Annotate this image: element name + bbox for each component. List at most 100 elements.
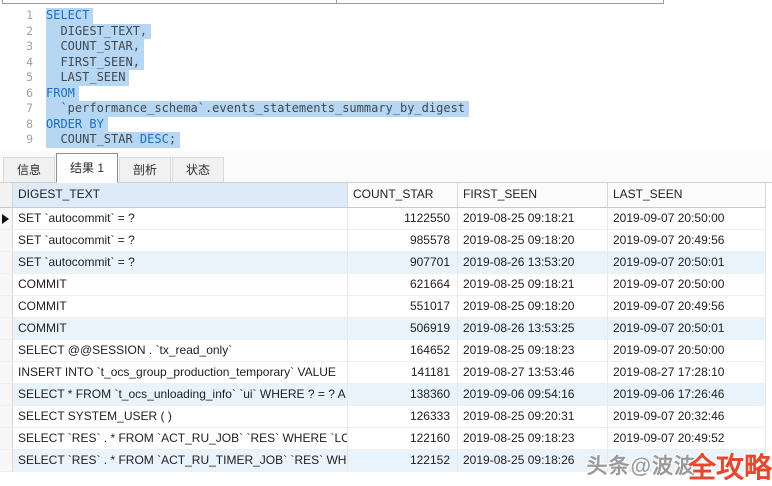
- table-row[interactable]: SET `autocommit` = ?9077012019-08-26 13:…: [0, 252, 766, 274]
- sql-text: ;: [169, 132, 176, 146]
- cell-first-seen[interactable]: 2019-08-25 09:20:31: [458, 406, 608, 428]
- tab-info[interactable]: 信息: [3, 157, 55, 182]
- cell-count-star[interactable]: 164652: [348, 340, 458, 362]
- cell-last-seen[interactable]: 2019-09-07 20:49:56: [608, 230, 766, 252]
- cell-digest-text[interactable]: COMMIT: [13, 318, 348, 340]
- cell-last-seen[interactable]: 2019-09-07 20:50:00: [608, 208, 766, 230]
- code-line: 8ORDER BY: [0, 117, 772, 133]
- code-line: 6FROM: [0, 86, 772, 102]
- cell-last-seen[interactable]: 2019-09-06 17:26:46: [608, 384, 766, 406]
- cell-digest-text[interactable]: COMMIT: [13, 296, 348, 318]
- sql-text: COUNT_STAR: [46, 132, 140, 146]
- code-line: 5 LAST_SEEN: [0, 70, 772, 86]
- table-row[interactable]: SELECT * FROM `t_ocs_unloading_info` `ui…: [0, 384, 766, 406]
- cell-first-seen[interactable]: 2019-09-06 09:54:16: [458, 384, 608, 406]
- code-line: 9 COUNT_STAR DESC;: [0, 132, 772, 148]
- cell-last-seen[interactable]: 2019-09-07 20:32:46: [608, 406, 766, 428]
- cell-first-seen[interactable]: 2019-08-26 13:53:20: [458, 252, 608, 274]
- cell-count-star[interactable]: 506919: [348, 318, 458, 340]
- column-header-digest-text[interactable]: DIGEST_TEXT: [13, 183, 348, 207]
- cell-first-seen[interactable]: 2019-08-25 09:18:23: [458, 340, 608, 362]
- column-header-last-seen[interactable]: LAST_SEEN: [608, 183, 766, 207]
- cell-digest-text[interactable]: SELECT SYSTEM_USER ( ): [13, 406, 348, 428]
- cell-last-seen[interactable]: [608, 450, 766, 472]
- table-row[interactable]: SELECT SYSTEM_USER ( )1263332019-08-25 0…: [0, 406, 766, 428]
- table-row[interactable]: COMMIT5510172019-08-25 09:18:202019-09-0…: [0, 296, 766, 318]
- cell-digest-text[interactable]: SET `autocommit` = ?: [13, 230, 348, 252]
- cell-first-seen[interactable]: 2019-08-26 13:53:25: [458, 318, 608, 340]
- row-gutter: [0, 318, 13, 340]
- table-row[interactable]: SET `autocommit` = ?9855782019-08-25 09:…: [0, 230, 766, 252]
- table-row[interactable]: SET `autocommit` = ?11225502019-08-25 09…: [0, 208, 766, 230]
- line-number: 7: [0, 101, 46, 117]
- cell-first-seen[interactable]: 2019-08-25 09:18:26: [458, 450, 608, 472]
- cell-last-seen[interactable]: 2019-08-27 17:28:10: [608, 362, 766, 384]
- row-gutter: [0, 274, 13, 296]
- table-row[interactable]: SELECT `RES` . * FROM `ACT_RU_JOB` `RES`…: [0, 428, 766, 450]
- code-line: 1SELECT: [0, 8, 772, 24]
- cell-digest-text[interactable]: SET `autocommit` = ?: [13, 252, 348, 274]
- cell-digest-text[interactable]: INSERT INTO `t_ocs_group_production_temp…: [13, 362, 348, 384]
- cell-last-seen[interactable]: 2019-09-07 20:49:56: [608, 296, 766, 318]
- cell-digest-text[interactable]: COMMIT: [13, 274, 348, 296]
- tab-status[interactable]: 状态: [172, 157, 224, 182]
- sql-text: LAST_SEEN: [46, 70, 125, 84]
- cell-count-star[interactable]: 126333: [348, 406, 458, 428]
- cell-last-seen[interactable]: 2019-09-07 20:49:52: [608, 428, 766, 450]
- row-gutter: [0, 208, 13, 230]
- cell-first-seen[interactable]: 2019-08-25 09:18:20: [458, 230, 608, 252]
- sql-editor[interactable]: 1SELECT2 DIGEST_TEXT,3 COUNT_STAR,4 FIRS…: [0, 5, 772, 151]
- cell-count-star[interactable]: 122152: [348, 450, 458, 472]
- cell-digest-text[interactable]: SELECT * FROM `t_ocs_unloading_info` `ui…: [13, 384, 348, 406]
- table-row[interactable]: SELECT @@SESSION . `tx_read_only`1646522…: [0, 340, 766, 362]
- table-row[interactable]: COMMIT5069192019-08-26 13:53:252019-09-0…: [0, 318, 766, 340]
- line-number: 2: [0, 24, 46, 40]
- cell-count-star[interactable]: 985578: [348, 230, 458, 252]
- table-row[interactable]: SELECT `RES` . * FROM `ACT_RU_TIMER_JOB`…: [0, 450, 766, 472]
- selected-code-text: FROM: [46, 86, 79, 102]
- row-gutter: [0, 296, 13, 318]
- cell-last-seen[interactable]: 2019-09-07 20:50:01: [608, 318, 766, 340]
- cell-digest-text[interactable]: SELECT `RES` . * FROM `ACT_RU_JOB` `RES`…: [13, 428, 348, 450]
- cell-first-seen[interactable]: 2019-08-25 09:18:23: [458, 428, 608, 450]
- cell-count-star[interactable]: 907701: [348, 252, 458, 274]
- cell-first-seen[interactable]: 2019-08-25 09:18:21: [458, 274, 608, 296]
- editor-tab-stub-left[interactable]: [2, 0, 337, 4]
- cell-first-seen[interactable]: 2019-08-27 13:53:46: [458, 362, 608, 384]
- cell-count-star[interactable]: 141181: [348, 362, 458, 384]
- cell-digest-text[interactable]: SET `autocommit` = ?: [13, 208, 348, 230]
- sql-keyword: DESC: [140, 132, 169, 146]
- result-tabbar: 信息结果 1剖析状态: [0, 151, 772, 183]
- cell-count-star[interactable]: 1122550: [348, 208, 458, 230]
- line-number: 3: [0, 39, 46, 55]
- tab-result-1[interactable]: 结果 1: [56, 153, 118, 183]
- cell-last-seen[interactable]: 2019-09-07 20:50:01: [608, 252, 766, 274]
- row-gutter: [0, 450, 13, 472]
- cell-digest-text[interactable]: SELECT `RES` . * FROM `ACT_RU_TIMER_JOB`…: [13, 450, 348, 472]
- cell-digest-text[interactable]: SELECT @@SESSION . `tx_read_only`: [13, 340, 348, 362]
- cell-first-seen[interactable]: 2019-08-25 09:18:21: [458, 208, 608, 230]
- row-gutter: [0, 406, 13, 428]
- selected-code-text: ORDER BY: [46, 117, 108, 133]
- code-line: 3 COUNT_STAR,: [0, 39, 772, 55]
- cell-count-star[interactable]: 122160: [348, 428, 458, 450]
- table-row[interactable]: COMMIT6216642019-08-25 09:18:212019-09-0…: [0, 274, 766, 296]
- editor-tab-stub-right[interactable]: [336, 0, 664, 4]
- cell-last-seen[interactable]: 2019-09-07 20:50:00: [608, 274, 766, 296]
- column-header-count-star[interactable]: COUNT_STAR: [348, 183, 458, 207]
- selected-code-text: SELECT: [46, 8, 93, 24]
- cell-count-star[interactable]: 621664: [348, 274, 458, 296]
- cell-first-seen[interactable]: 2019-08-25 09:18:20: [458, 296, 608, 318]
- row-gutter: [0, 252, 13, 274]
- code-line: 7 `performance_schema`.events_statements…: [0, 101, 772, 117]
- grid-rows: SET `autocommit` = ?11225502019-08-25 09…: [0, 208, 766, 472]
- cell-last-seen[interactable]: 2019-09-07 20:50:00: [608, 340, 766, 362]
- row-gutter: [0, 230, 13, 252]
- table-row[interactable]: INSERT INTO `t_ocs_group_production_temp…: [0, 362, 766, 384]
- selected-code-text: LAST_SEEN: [46, 70, 129, 86]
- tab-profile[interactable]: 剖析: [119, 157, 171, 182]
- column-header-first-seen[interactable]: FIRST_SEEN: [458, 183, 608, 207]
- line-number: 5: [0, 70, 46, 86]
- cell-count-star[interactable]: 138360: [348, 384, 458, 406]
- cell-count-star[interactable]: 551017: [348, 296, 458, 318]
